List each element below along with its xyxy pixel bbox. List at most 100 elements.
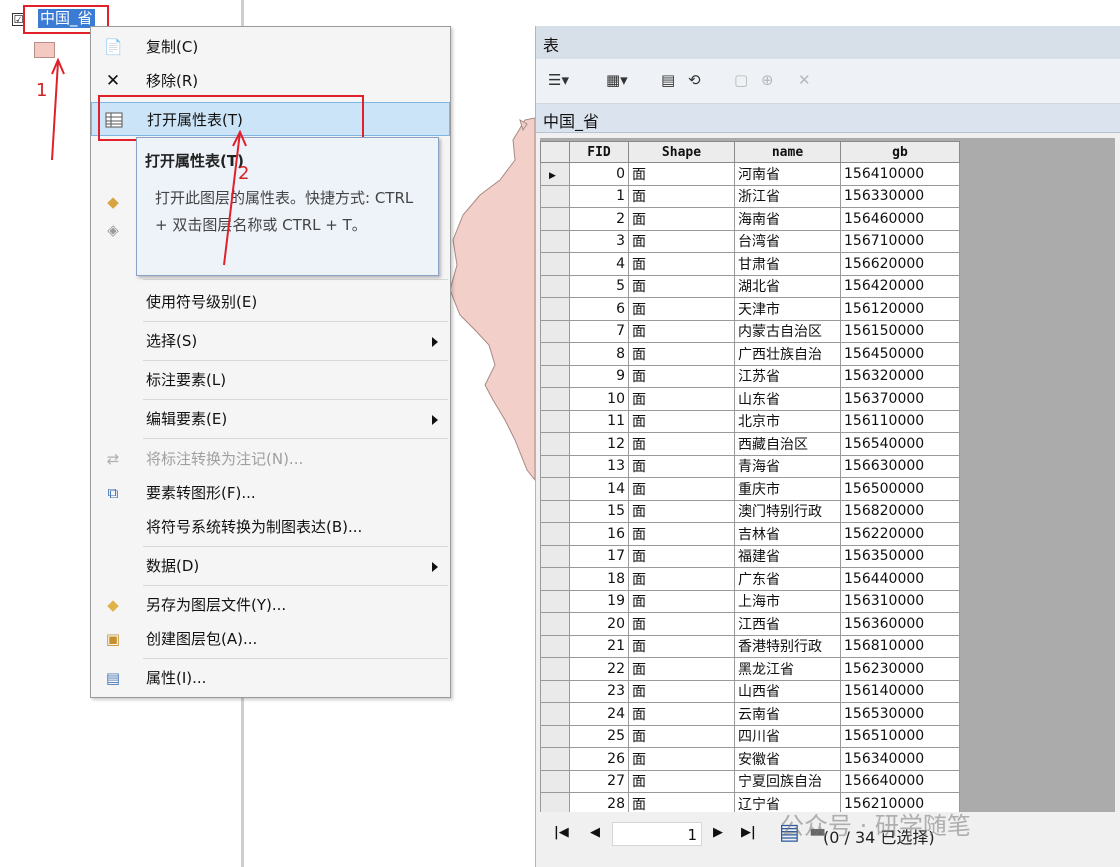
row-selector[interactable] xyxy=(540,589,570,613)
table-row[interactable]: 22 面黑龙江省 156230000 xyxy=(540,657,960,681)
table-cell-gb[interactable]: 156540000 xyxy=(840,432,960,456)
table-cell-gb[interactable]: 156710000 xyxy=(840,229,960,253)
table-cell-fid[interactable]: 21 xyxy=(569,634,629,658)
table-row[interactable]: 19 面上海市 156310000 xyxy=(540,589,960,613)
table-cell-shape[interactable]: 面 xyxy=(628,319,735,343)
row-selector[interactable] xyxy=(540,364,570,388)
row-selector[interactable]: ▶ xyxy=(540,162,570,186)
row-selector[interactable] xyxy=(540,747,570,771)
table-cell-fid[interactable]: 0 xyxy=(569,162,629,186)
table-cell-fid[interactable]: 10 xyxy=(569,387,629,411)
table-row[interactable]: 8 面广西壮族自治 156450000 xyxy=(540,342,960,366)
table-cell-shape[interactable]: 面 xyxy=(628,387,735,411)
table-cell-gb[interactable]: 156500000 xyxy=(840,477,960,501)
menu-item-selection[interactable]: 选择(S) xyxy=(91,324,450,358)
table-cell-gb[interactable]: 156220000 xyxy=(840,522,960,546)
table-row[interactable]: 12 面西藏自治区 156540000 xyxy=(540,432,960,456)
row-selector[interactable] xyxy=(540,499,570,523)
table-cell-fid[interactable]: 3 xyxy=(569,229,629,253)
table-cell-fid[interactable]: 20 xyxy=(569,612,629,636)
table-row[interactable]: 13 面青海省 156630000 xyxy=(540,454,960,478)
table-cell-fid[interactable]: 18 xyxy=(569,567,629,591)
row-selector[interactable] xyxy=(540,342,570,366)
table-cell-gb[interactable]: 156310000 xyxy=(840,589,960,613)
table-row[interactable]: 9 面江苏省 156320000 xyxy=(540,364,960,388)
table-cell-name[interactable]: 宁夏回族自治 xyxy=(734,769,841,793)
table-cell-shape[interactable]: 面 xyxy=(628,454,735,478)
table-cell-shape[interactable]: 面 xyxy=(628,252,735,276)
table-cell-name[interactable]: 湖北省 xyxy=(734,274,841,298)
table-row[interactable]: 6 面天津市 156120000 xyxy=(540,297,960,321)
table-cell-name[interactable]: 香港特别行政 xyxy=(734,634,841,658)
row-selector[interactable] xyxy=(540,792,570,812)
menu-item-label-features[interactable]: 标注要素(L) xyxy=(91,363,450,397)
row-selector[interactable] xyxy=(540,522,570,546)
table-cell-gb[interactable]: 156330000 xyxy=(840,184,960,208)
row-selector[interactable] xyxy=(540,409,570,433)
table-row[interactable]: 18 面广东省 156440000 xyxy=(540,567,960,591)
row-selector[interactable] xyxy=(540,769,570,793)
menu-item-convert-symbology[interactable]: 将符号系统转换为制图表达(B)... xyxy=(91,510,450,544)
table-row[interactable]: 26 面安徽省 156340000 xyxy=(540,747,960,771)
row-selector[interactable] xyxy=(540,319,570,343)
table-cell-fid[interactable]: 22 xyxy=(569,657,629,681)
table-cell-gb[interactable]: 156370000 xyxy=(840,387,960,411)
table-tab[interactable]: 中国_省 xyxy=(536,104,1120,133)
table-cell-name[interactable]: 内蒙古自治区 xyxy=(734,319,841,343)
row-selector[interactable] xyxy=(540,724,570,748)
table-cell-gb[interactable]: 156530000 xyxy=(840,702,960,726)
record-number-field[interactable]: 1 xyxy=(612,822,702,846)
row-selector[interactable] xyxy=(540,454,570,478)
table-cell-name[interactable]: 浙江省 xyxy=(734,184,841,208)
table-row[interactable]: 24 面云南省 156530000 xyxy=(540,702,960,726)
first-record-icon[interactable]: |◀ xyxy=(554,825,569,840)
table-cell-fid[interactable]: 15 xyxy=(569,499,629,523)
table-cell-fid[interactable]: 23 xyxy=(569,679,629,703)
table-cell-gb[interactable]: 156620000 xyxy=(840,252,960,276)
table-cell-name[interactable]: 北京市 xyxy=(734,409,841,433)
table-cell-shape[interactable]: 面 xyxy=(628,364,735,388)
table-cell-shape[interactable]: 面 xyxy=(628,657,735,681)
table-cell-fid[interactable]: 1 xyxy=(569,184,629,208)
table-cell-shape[interactable]: 面 xyxy=(628,409,735,433)
table-cell-fid[interactable]: 5 xyxy=(569,274,629,298)
table-options-icon[interactable]: ☰▾ xyxy=(548,70,569,90)
row-selector[interactable] xyxy=(540,657,570,681)
table-cell-name[interactable]: 安徽省 xyxy=(734,747,841,771)
column-header[interactable]: FID xyxy=(569,141,629,163)
row-selector[interactable] xyxy=(540,207,570,231)
table-cell-gb[interactable]: 156450000 xyxy=(840,342,960,366)
next-record-icon[interactable]: ▶ xyxy=(713,825,723,840)
table-cell-shape[interactable]: 面 xyxy=(628,229,735,253)
row-selector[interactable] xyxy=(540,702,570,726)
previous-record-icon[interactable]: ◀ xyxy=(590,825,600,840)
table-cell-shape[interactable]: 面 xyxy=(628,769,735,793)
table-cell-shape[interactable]: 面 xyxy=(628,342,735,366)
menu-item-properties[interactable]: ▤ 属性(I)... xyxy=(91,661,450,695)
column-header[interactable]: gb xyxy=(840,141,960,163)
related-tables-icon[interactable]: ▦▾ xyxy=(606,70,628,90)
table-cell-name[interactable]: 山西省 xyxy=(734,679,841,703)
table-cell-gb[interactable]: 156140000 xyxy=(840,679,960,703)
table-cell-name[interactable]: 广东省 xyxy=(734,567,841,591)
row-selector[interactable] xyxy=(540,432,570,456)
table-cell-fid[interactable]: 24 xyxy=(569,702,629,726)
table-row[interactable]: 27 面宁夏回族自治 156640000 xyxy=(540,769,960,793)
table-row[interactable]: 14 面重庆市 156500000 xyxy=(540,477,960,501)
table-cell-shape[interactable]: 面 xyxy=(628,702,735,726)
table-cell-gb[interactable]: 156440000 xyxy=(840,567,960,591)
table-cell-name[interactable]: 海南省 xyxy=(734,207,841,231)
table-cell-name[interactable]: 西藏自治区 xyxy=(734,432,841,456)
table-cell-shape[interactable]: 面 xyxy=(628,477,735,501)
table-cell-fid[interactable]: 6 xyxy=(569,297,629,321)
table-cell-shape[interactable]: 面 xyxy=(628,184,735,208)
table-cell-shape[interactable]: 面 xyxy=(628,792,735,812)
table-row[interactable]: 23 面山西省 156140000 xyxy=(540,679,960,703)
table-cell-fid[interactable]: 19 xyxy=(569,589,629,613)
menu-item-data[interactable]: 数据(D) xyxy=(91,549,450,583)
table-cell-shape[interactable]: 面 xyxy=(628,724,735,748)
table-row[interactable]: 15 面澳门特别行政 156820000 xyxy=(540,499,960,523)
table-cell-fid[interactable]: 28 xyxy=(569,792,629,812)
table-cell-name[interactable]: 江西省 xyxy=(734,612,841,636)
column-header[interactable]: name xyxy=(734,141,841,163)
